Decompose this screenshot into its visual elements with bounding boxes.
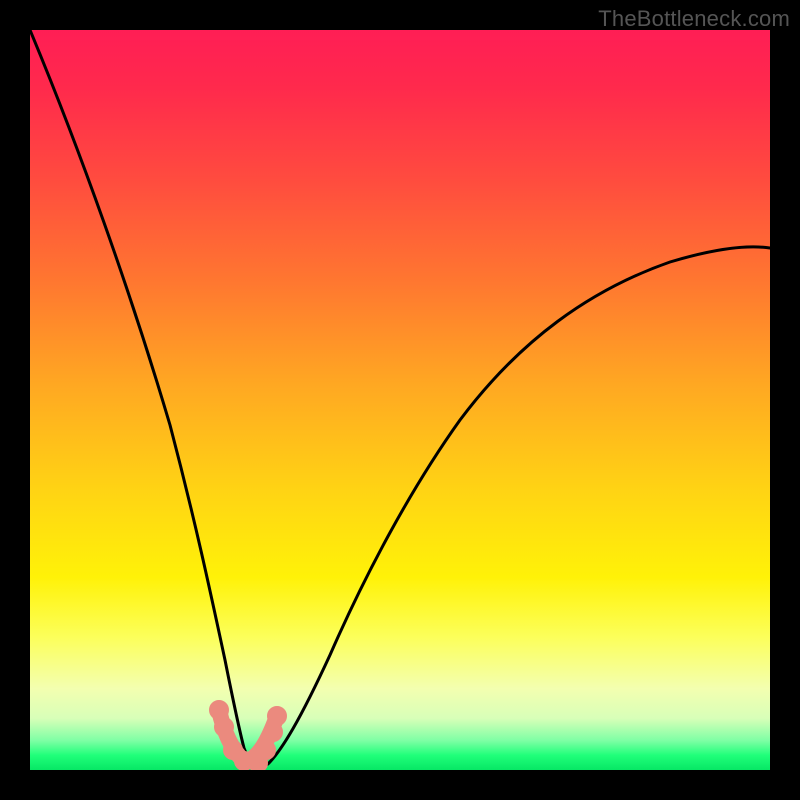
curve-svg [30, 30, 770, 770]
plot-area [30, 30, 770, 770]
trough-markers [210, 701, 286, 770]
attribution-text: TheBottleneck.com [598, 6, 790, 32]
chart-frame: TheBottleneck.com [0, 0, 800, 800]
bottleneck-curve [30, 30, 770, 766]
